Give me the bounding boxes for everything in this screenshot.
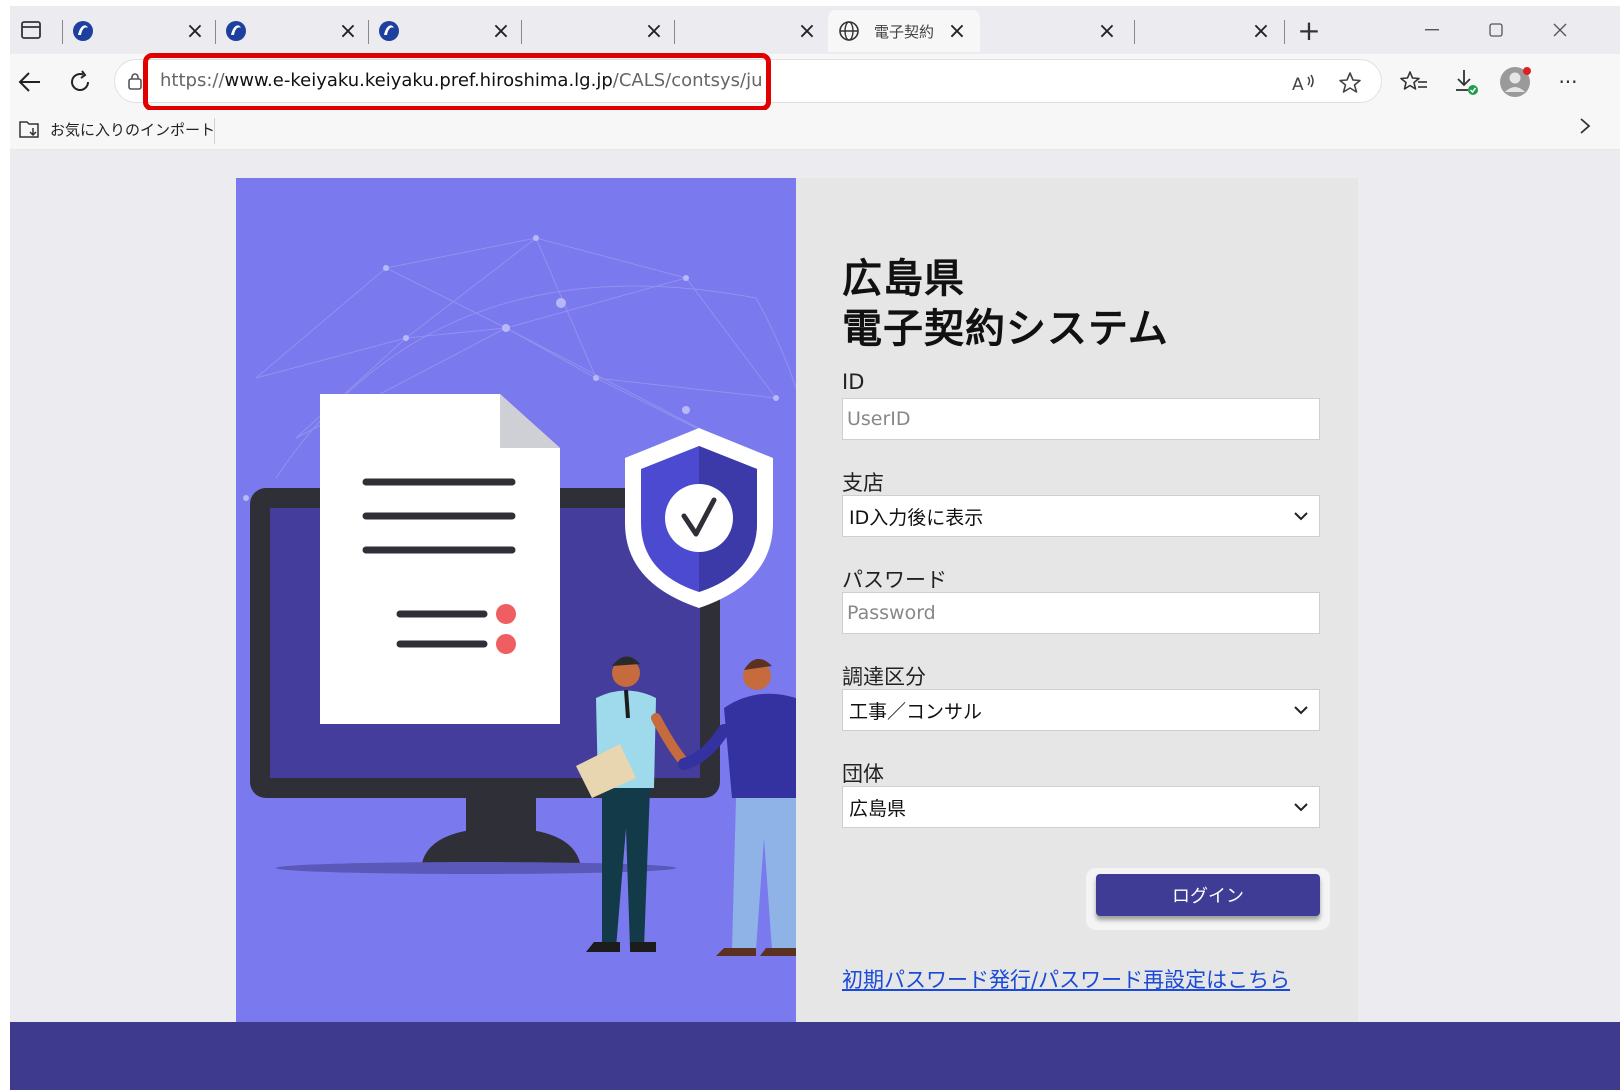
browser-window: × × × × × 電子契約 × × × + A ··· https://www… [0, 0, 1620, 1090]
favorites-bar: お気に入りのインポート [10, 110, 1620, 150]
password-reset-link[interactable]: 初期パスワード発行/パスワード再設定はこちら [842, 964, 1290, 994]
org-select-value: 広島県 [849, 797, 907, 820]
favorites-icon[interactable] [1396, 64, 1432, 100]
tab-5[interactable]: × [674, 10, 826, 52]
close-icon[interactable]: × [794, 18, 820, 44]
lock-icon [128, 73, 142, 90]
downloads-icon[interactable] [1448, 64, 1484, 100]
procurement-label: 調達区分 [842, 665, 926, 689]
illustration-panel [236, 178, 796, 1028]
tab-4[interactable]: × [521, 10, 673, 52]
tab-bar: × × × × × 電子契約 × × × + [10, 6, 1620, 54]
close-icon[interactable]: × [944, 18, 970, 44]
branch-label: 支店 [842, 471, 884, 495]
tab-title: 電子契約 [874, 23, 935, 41]
tab-8[interactable]: × [1134, 10, 1286, 52]
site-logo-icon [226, 21, 246, 41]
tab-3[interactable]: × [368, 10, 520, 52]
close-icon[interactable]: × [182, 18, 208, 44]
close-icon[interactable]: × [1094, 18, 1120, 44]
favorites-separator [214, 118, 215, 144]
branch-select-value: ID入力後に表示 [849, 506, 984, 529]
site-logo-icon [73, 21, 93, 41]
chevron-down-icon [1294, 706, 1308, 715]
close-icon[interactable]: × [335, 18, 361, 44]
tab-separator [521, 20, 522, 44]
org-label: 団体 [842, 762, 884, 786]
password-label: パスワード [842, 568, 947, 592]
close-icon[interactable]: × [1248, 18, 1274, 44]
tab-actions-icon[interactable] [14, 14, 48, 46]
chevron-down-icon [1294, 803, 1308, 812]
minimize-icon[interactable] [1412, 14, 1452, 46]
profile-avatar-icon[interactable] [1498, 64, 1534, 100]
tab-7[interactable]: × [982, 10, 1134, 52]
svg-text:A: A [1292, 75, 1304, 93]
close-icon[interactable]: × [641, 18, 667, 44]
branch-select[interactable]: ID入力後に表示 [842, 495, 1320, 537]
url-path: /CALS/contsys/ju [612, 70, 763, 91]
tab-2[interactable]: × [215, 10, 367, 52]
procurement-select-value: 工事／コンサル [849, 700, 983, 723]
import-icon [19, 121, 39, 138]
login-button-wrap: ログイン [1086, 868, 1330, 930]
tab-separator [62, 20, 63, 44]
footer-band [10, 1022, 1620, 1090]
login-button[interactable]: ログイン [1096, 874, 1320, 916]
refresh-icon[interactable] [62, 64, 98, 100]
id-label: ID [842, 370, 865, 394]
url-text[interactable]: https://www.e-keiyaku.keiyaku.pref.hiros… [160, 70, 762, 91]
org-select[interactable]: 広島県 [842, 786, 1320, 828]
contract-illustration [243, 235, 796, 956]
maximize-icon[interactable] [1476, 14, 1516, 46]
tab-separator [368, 20, 369, 44]
tab-active[interactable]: 電子契約 × [828, 10, 980, 52]
more-menu-icon[interactable]: ··· [1550, 64, 1586, 100]
favorites-import-item[interactable]: お気に入りのインポート [18, 118, 215, 140]
system-title-line2: 電子契約システム [842, 306, 1169, 352]
tab-separator [1134, 20, 1135, 44]
back-arrow-icon[interactable] [12, 64, 48, 100]
procurement-select[interactable]: 工事／コンサル [842, 689, 1320, 731]
close-icon[interactable]: × [488, 18, 514, 44]
login-panel: 広島県 電子契約システム ID 支店 ID入力後に表示 パスワード 調達区分 工… [796, 178, 1358, 1028]
globe-icon [839, 21, 859, 41]
tab-separator [1284, 20, 1285, 44]
url-scheme: https:// [160, 70, 225, 91]
star-icon[interactable] [1337, 70, 1363, 96]
favorites-import-label: お気に入りのインポート [50, 120, 216, 139]
tab-separator [215, 20, 216, 44]
url-host: www.e-keiyaku.keiyaku.pref.hiroshima.lg.… [224, 70, 613, 91]
read-aloud-icon[interactable]: A [1291, 70, 1317, 96]
tab-1[interactable]: × [62, 10, 214, 52]
tab-separator [674, 20, 675, 44]
site-logo-icon [379, 21, 399, 41]
chevron-down-icon [1294, 512, 1308, 521]
new-tab-button[interactable]: + [1292, 14, 1326, 47]
password-input[interactable] [842, 592, 1320, 634]
user-id-input[interactable] [842, 398, 1320, 440]
chevron-right-icon[interactable] [1578, 116, 1592, 142]
page-content: 広島県 電子契約システム ID 支店 ID入力後に表示 パスワード 調達区分 工… [10, 150, 1620, 1090]
window-close-icon[interactable] [1540, 14, 1580, 46]
